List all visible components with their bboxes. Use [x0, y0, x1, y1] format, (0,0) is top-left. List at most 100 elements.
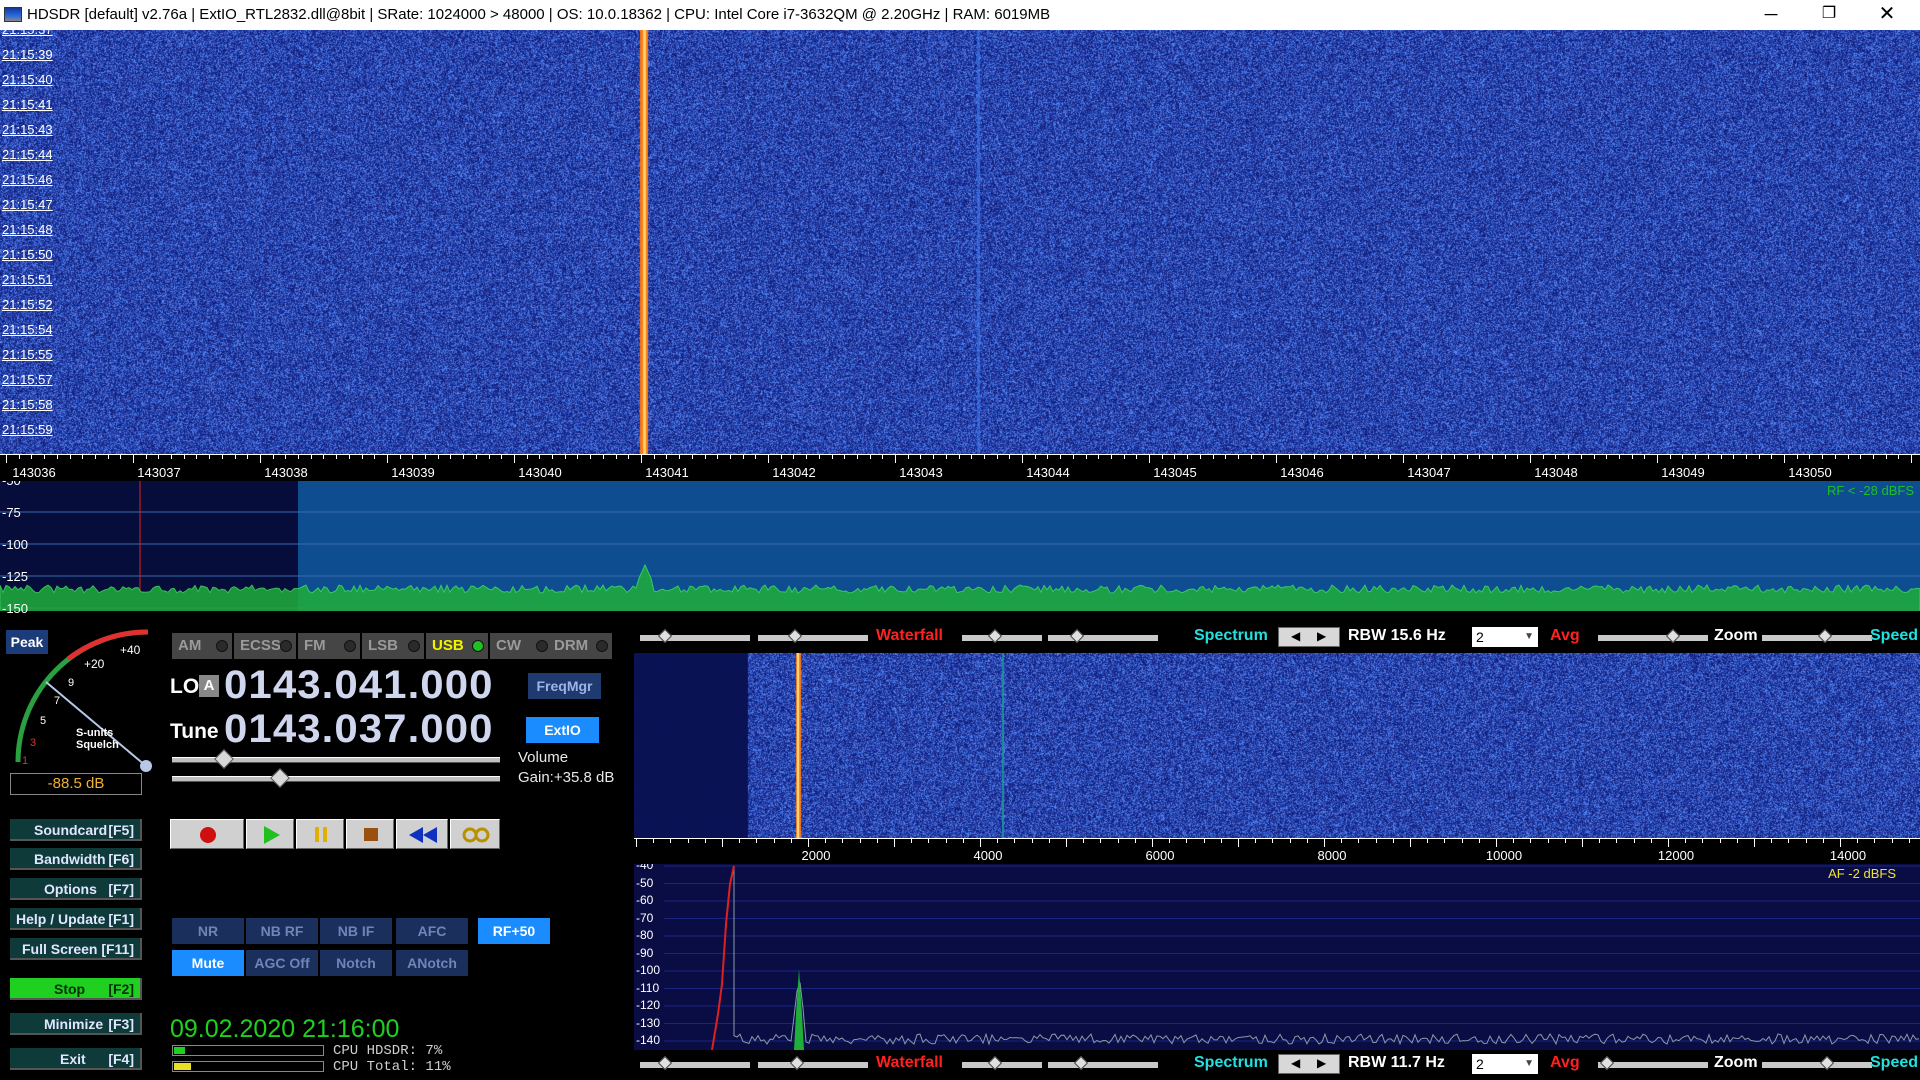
- rewind-button[interactable]: [396, 819, 448, 849]
- full-screen-label: Full Screen: [22, 938, 97, 960]
- lo-bank-badge[interactable]: A: [199, 675, 219, 697]
- scale-tick: [1505, 455, 1506, 459]
- scale-tick: [387, 455, 388, 463]
- avg-slider-bottom-thumb[interactable]: [1600, 1056, 1614, 1070]
- minimize-button[interactable]: Minimize [F3]: [10, 1013, 142, 1035]
- af-spectrum[interactable]: -40 -50 -60 -70 -80 -90 -100 -110 -120 -130 -140 A…: [634, 864, 1920, 1050]
- anotch-button[interactable]: ANotch: [396, 950, 468, 976]
- sp-slider-4-thumb[interactable]: [1074, 1056, 1088, 1070]
- af-waterfall-canvas: [634, 653, 1920, 838]
- af-scale-tick: [1840, 839, 1841, 847]
- af-waterfall[interactable]: [634, 653, 1920, 838]
- full-screen-button[interactable]: Full Screen [F11]: [10, 938, 142, 960]
- scroll-left-icon[interactable]: ◀: [1291, 1056, 1300, 1070]
- exit-button[interactable]: Exit [F4]: [10, 1048, 142, 1070]
- gain-slider[interactable]: [172, 776, 500, 782]
- mode-lsb-button[interactable]: LSB: [362, 633, 424, 659]
- minimize-window-button[interactable]: ─: [1742, 0, 1800, 30]
- zoom-slider-thumb[interactable]: [1818, 629, 1832, 643]
- restore-window-button[interactable]: ❐: [1800, 0, 1858, 30]
- scale-tick: [1543, 455, 1544, 459]
- wf-slider-1[interactable]: [640, 635, 750, 641]
- mute-button[interactable]: Mute: [172, 950, 244, 976]
- wf-slider-2-thumb[interactable]: [788, 629, 802, 643]
- loop-button[interactable]: [450, 819, 500, 849]
- zoom-slider-bottom[interactable]: [1762, 1062, 1872, 1068]
- rbw-select-bottom[interactable]: 2 ▼: [1472, 1054, 1538, 1074]
- tune-frequency-display[interactable]: 0143.037.000: [224, 707, 494, 752]
- close-window-button[interactable]: ✕: [1858, 0, 1916, 30]
- waterfall-time-label: 21:15:41: [2, 97, 53, 112]
- rbw-select[interactable]: 2 ▼: [1472, 627, 1538, 647]
- spectrum-scroll-arrows[interactable]: ◀ ▶: [1278, 627, 1340, 647]
- avg-slider-thumb[interactable]: [1666, 629, 1680, 643]
- sp-slider-1[interactable]: [640, 1062, 750, 1068]
- af-frequency-scale[interactable]: 2000 4000 6000 8000 10000 12000 14000: [634, 838, 1920, 864]
- smeter-scale-plus40: +40: [120, 643, 141, 657]
- sp-slider-3-thumb[interactable]: [988, 1056, 1002, 1070]
- afc-button[interactable]: AFC: [396, 918, 468, 944]
- scale-tick: [120, 455, 121, 459]
- soundcard-button[interactable]: Soundcard [F5]: [10, 819, 142, 841]
- scroll-left-icon[interactable]: ◀: [1291, 629, 1300, 643]
- record-button[interactable]: [170, 819, 244, 849]
- stop-button[interactable]: Stop [F2]: [10, 978, 142, 1000]
- sp-slider-3[interactable]: [962, 1062, 1042, 1068]
- mode-ecss-button[interactable]: ECSS: [234, 633, 296, 659]
- volume-label: Volume: [518, 749, 568, 766]
- lo-frequency-display[interactable]: 0143.041.000: [224, 663, 494, 708]
- rf-waterfall[interactable]: 21:15:37 21:15:39 21:15:40 21:15:41 21:15:43…: [0, 30, 1920, 454]
- sp-slider-1-thumb[interactable]: [658, 1056, 672, 1070]
- wf-slider-2[interactable]: [758, 635, 868, 641]
- frequency-label: 143044: [1026, 465, 1069, 480]
- stop-playback-button[interactable]: [346, 819, 394, 849]
- avg-slider[interactable]: [1598, 635, 1708, 641]
- freqmgr-button[interactable]: FreqMgr: [528, 673, 601, 699]
- agc-off-button[interactable]: AGC Off: [246, 950, 318, 976]
- scale-tick: [882, 455, 883, 459]
- wf-slider-3[interactable]: [962, 635, 1042, 641]
- options-label: Options: [44, 878, 97, 900]
- af-scale-tick: [756, 839, 757, 843]
- nr-button[interactable]: NR: [172, 918, 244, 944]
- mode-drm-button[interactable]: DRM: [548, 633, 612, 659]
- sp-slider-2-thumb[interactable]: [790, 1056, 804, 1070]
- play-button[interactable]: [246, 819, 294, 849]
- nb-if-button[interactable]: NB IF: [320, 918, 392, 944]
- wf-slider-3-thumb[interactable]: [988, 629, 1002, 643]
- help-update-button[interactable]: Help / Update [F1]: [10, 908, 142, 930]
- af-db-label: -50: [636, 876, 653, 890]
- rf-plus50-button[interactable]: RF+50: [478, 918, 550, 944]
- mode-am-button[interactable]: AM: [172, 633, 232, 659]
- scale-tick: [933, 455, 934, 459]
- peak-button[interactable]: Peak: [6, 630, 48, 654]
- sp-slider-2[interactable]: [758, 1062, 868, 1068]
- af-signal-peak: [794, 969, 804, 1050]
- waterfall-label: Waterfall: [876, 627, 943, 645]
- extio-button[interactable]: ExtIO: [526, 717, 599, 743]
- scroll-right-icon[interactable]: ▶: [1317, 1056, 1326, 1070]
- pause-button[interactable]: [296, 819, 344, 849]
- sp-slider-4[interactable]: [1048, 1062, 1158, 1068]
- rf-spectrum[interactable]: -50 -75 -100 -125 -150 RF < -28 dBFS: [0, 481, 1920, 619]
- rf-frequency-scale[interactable]: 143036 143037 143038 143039 143040 143041 1430…: [0, 454, 1920, 481]
- mode-cw-button[interactable]: CW: [490, 633, 552, 659]
- avg-label: Avg: [1550, 627, 1580, 645]
- avg-slider-bottom[interactable]: [1598, 1062, 1708, 1068]
- zoom-slider-bottom-thumb[interactable]: [1820, 1056, 1834, 1070]
- spectrum-scroll-arrows-bottom[interactable]: ◀ ▶: [1278, 1054, 1340, 1074]
- notch-button[interactable]: Notch: [320, 950, 392, 976]
- bandwidth-button[interactable]: Bandwidth [F6]: [10, 848, 142, 870]
- wf-slider-1-thumb[interactable]: [658, 629, 672, 643]
- wf-slider-4-thumb[interactable]: [1070, 629, 1084, 643]
- scroll-right-icon[interactable]: ▶: [1317, 629, 1326, 643]
- nb-rf-button[interactable]: NB RF: [246, 918, 318, 944]
- options-button[interactable]: Options [F7]: [10, 878, 142, 900]
- wf-slider-4[interactable]: [1048, 635, 1158, 641]
- record-icon: [171, 820, 245, 848]
- mode-fm-button[interactable]: FM: [298, 633, 360, 659]
- lo-label: LO: [170, 675, 199, 699]
- zoom-slider[interactable]: [1762, 635, 1872, 641]
- mode-usb-button[interactable]: USB: [426, 633, 488, 659]
- volume-slider[interactable]: [172, 757, 500, 763]
